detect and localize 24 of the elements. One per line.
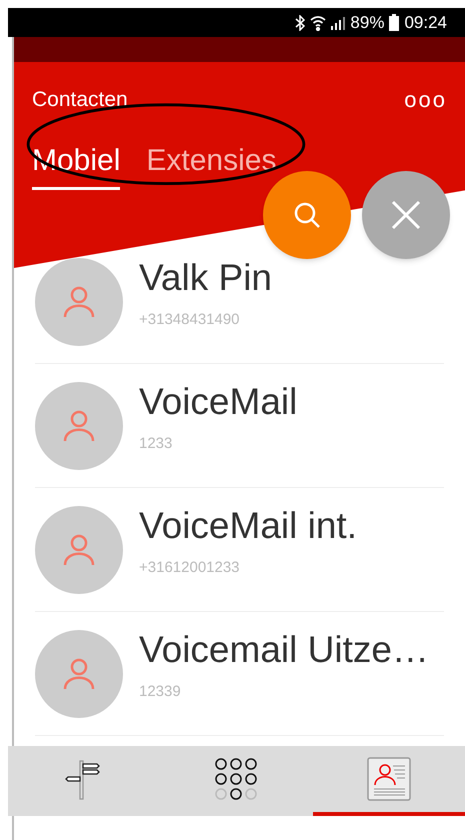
phone-number: 12339 bbox=[139, 682, 182, 702]
phone-number: +31612001233 bbox=[139, 558, 241, 578]
more-options-button[interactable]: ooo bbox=[404, 88, 447, 111]
screen-title: Contacten bbox=[32, 87, 128, 113]
close-icon bbox=[391, 200, 421, 230]
contact-card-icon bbox=[366, 757, 411, 801]
contact-name[interactable]: VoiceMail bbox=[139, 379, 298, 426]
contact-name[interactable]: Valk Pin bbox=[139, 255, 272, 302]
phone-number: +31348431490 bbox=[139, 310, 241, 330]
contact-name[interactable]: VoiceMail int. bbox=[139, 503, 357, 550]
wifi-icon bbox=[310, 14, 326, 30]
person-icon bbox=[62, 408, 96, 442]
bluetooth-icon bbox=[295, 14, 306, 30]
dialpad-icon bbox=[215, 758, 258, 800]
clock-time: 09:24 bbox=[404, 12, 447, 34]
person-icon bbox=[62, 284, 96, 318]
phone-number: 1233 bbox=[139, 434, 174, 454]
person-icon bbox=[62, 656, 96, 690]
contact-name[interactable]: Voicemail Uitze… bbox=[139, 627, 429, 674]
battery-percentage: 89% bbox=[350, 12, 384, 34]
search-icon bbox=[293, 201, 321, 229]
person-icon bbox=[62, 532, 96, 566]
battery-icon bbox=[389, 14, 400, 31]
signal-icon bbox=[331, 16, 346, 30]
